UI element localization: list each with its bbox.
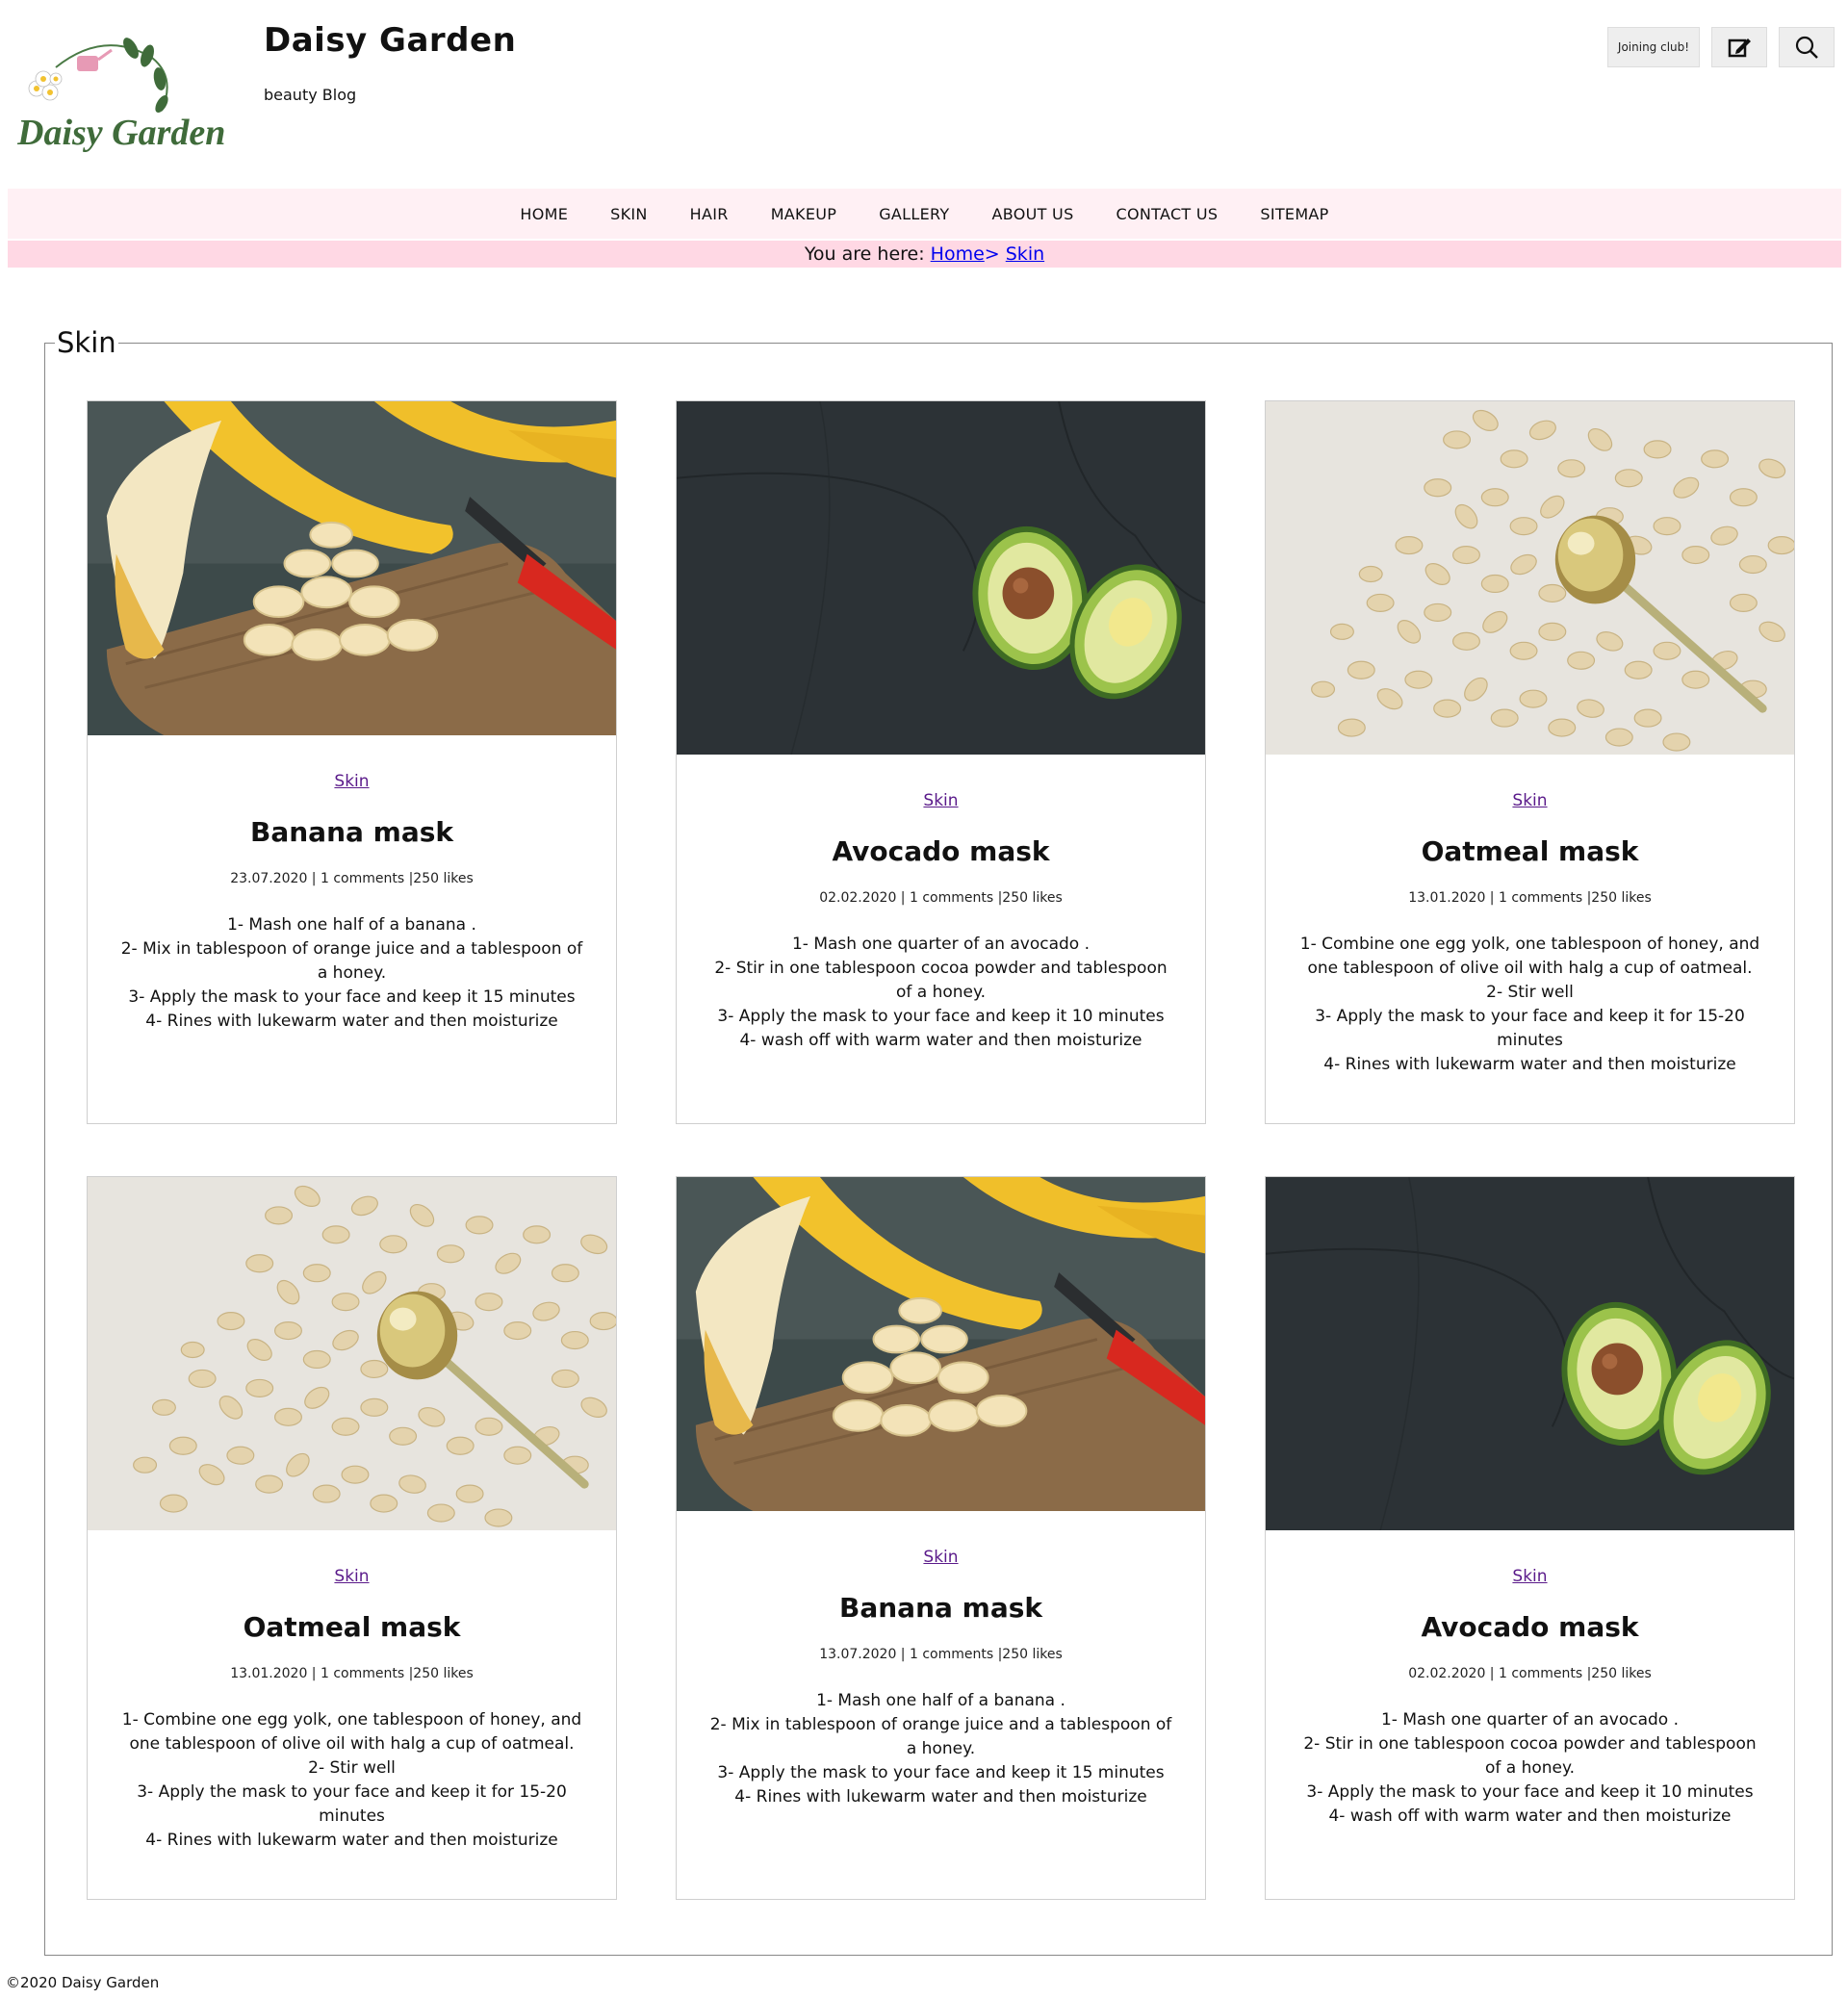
card-category-link[interactable]: Skin bbox=[677, 791, 1205, 810]
nav-item-gallery[interactable]: GALLERY bbox=[858, 205, 970, 223]
article-card[interactable]: Skin Avocado mask 02.02.2020 | 1 comments … bbox=[676, 400, 1206, 1124]
card-step: 4- wash off with warm water and then moi… bbox=[1328, 1807, 1732, 1826]
card-step: 2- Mix in tablespoon of orange juice and… bbox=[120, 939, 583, 983]
card-step: 4- Rines with lukewarm water and then mo… bbox=[145, 1831, 558, 1850]
card-steps: 1- Mash one quarter of an avocado . 2- St… bbox=[706, 933, 1176, 1053]
article-card[interactable]: Skin Avocado mask 02.02.2020 | 1 comments … bbox=[1265, 1176, 1795, 1900]
card-step: 2- Mix in tablespoon of orange juice and… bbox=[709, 1715, 1172, 1758]
card-step: 2- Stir in one tablespoon cocoa powder a… bbox=[714, 959, 1168, 1002]
card-step: 1- Mash one quarter of an avocado . bbox=[1380, 1710, 1680, 1730]
card-category-link[interactable]: Skin bbox=[1266, 1567, 1794, 1586]
card-step: 3- Apply the mask to your face and keep … bbox=[717, 1763, 1165, 1782]
breadcrumb-current-link[interactable]: Skin bbox=[1006, 243, 1044, 265]
site-tagline: beauty Blog bbox=[264, 86, 357, 104]
join-club-button[interactable]: Joining club! bbox=[1607, 27, 1700, 67]
oatmeal-photo[interactable] bbox=[1266, 401, 1794, 755]
breadcrumb-separator: > bbox=[984, 243, 1000, 265]
nav-item-skin[interactable]: SKIN bbox=[589, 205, 669, 223]
card-steps: 1- Combine one egg yolk, one tablespoon … bbox=[1295, 933, 1765, 1077]
card-meta: 13.07.2020 | 1 comments |250 likes bbox=[819, 1647, 1063, 1662]
oatmeal-photo[interactable] bbox=[88, 1177, 616, 1530]
card-meta: 13.01.2020 | 1 comments |250 likes bbox=[230, 1666, 474, 1681]
breadcrumb-home-link[interactable]: Home bbox=[931, 243, 985, 265]
banana-photo[interactable] bbox=[88, 401, 616, 735]
card-meta: 02.02.2020 | 1 comments |250 likes bbox=[819, 890, 1063, 906]
section-title: Skin bbox=[55, 326, 118, 359]
footer-copyright: ©2020 Daisy Garden bbox=[6, 1974, 160, 1991]
card-step: 1- Combine one egg yolk, one tablespoon … bbox=[121, 1710, 582, 1754]
breadcrumb: You are here: Home > Skin bbox=[8, 241, 1841, 268]
nav-item-hair[interactable]: HAIR bbox=[669, 205, 750, 223]
card-title[interactable]: Oatmeal mask bbox=[88, 1611, 616, 1643]
avocado-photo[interactable] bbox=[677, 401, 1205, 755]
card-category-link[interactable]: Skin bbox=[677, 1548, 1205, 1567]
card-step: 4- Rines with lukewarm water and then mo… bbox=[1323, 1055, 1736, 1074]
card-step: 1- Mash one half of a banana . bbox=[227, 915, 476, 935]
card-step: 1- Combine one egg yolk, one tablespoon … bbox=[1299, 935, 1760, 978]
search-icon bbox=[1795, 36, 1818, 59]
header-actions: Joining club! bbox=[1607, 27, 1835, 67]
article-card[interactable]: Skin Oatmeal mask 13.01.2020 | 1 comments … bbox=[87, 1176, 617, 1900]
card-step: 2- Stir well bbox=[308, 1758, 396, 1778]
site-header: Daisy Garden Daisy Garden beauty Blog Jo… bbox=[0, 0, 1848, 189]
edit-button[interactable] bbox=[1711, 27, 1767, 67]
card-title[interactable]: Avocado mask bbox=[1266, 1611, 1794, 1643]
breadcrumb-prefix: You are here: bbox=[804, 243, 925, 265]
nav-item-contact-us[interactable]: CONTACT US bbox=[1095, 205, 1240, 223]
card-step: 3- Apply the mask to your face and keep … bbox=[1306, 1782, 1754, 1802]
logo-wordmark: Daisy Garden bbox=[17, 113, 225, 153]
card-meta: 13.01.2020 | 1 comments |250 likes bbox=[1408, 890, 1652, 906]
avocado-photo[interactable] bbox=[1266, 1177, 1794, 1530]
article-card[interactable]: Skin Oatmeal mask 13.01.2020 | 1 comments … bbox=[1265, 400, 1795, 1124]
nav-item-about-us[interactable]: ABOUT US bbox=[970, 205, 1094, 223]
card-title[interactable]: Avocado mask bbox=[677, 835, 1205, 867]
card-step: 1- Mash one half of a banana . bbox=[816, 1691, 1065, 1710]
site-title[interactable]: Daisy Garden bbox=[264, 21, 516, 60]
card-step: 3- Apply the mask to your face and keep … bbox=[1315, 1007, 1745, 1050]
card-step: 3- Apply the mask to your face and keep … bbox=[128, 987, 576, 1007]
card-step: 3- Apply the mask to your face and keep … bbox=[137, 1782, 567, 1826]
nav-item-makeup[interactable]: MAKEUP bbox=[750, 205, 859, 223]
card-meta: 23.07.2020 | 1 comments |250 likes bbox=[230, 871, 474, 886]
article-card[interactable]: Skin Banana mask 13.07.2020 | 1 comments |… bbox=[676, 1176, 1206, 1900]
card-step: 2- Stir well bbox=[1486, 983, 1574, 1002]
card-category-link[interactable]: Skin bbox=[88, 1567, 616, 1586]
card-step: 2- Stir in one tablespoon cocoa powder a… bbox=[1303, 1734, 1757, 1778]
card-title[interactable]: Oatmeal mask bbox=[1266, 835, 1794, 867]
site-logo[interactable]: Daisy Garden bbox=[16, 29, 258, 173]
banana-photo[interactable] bbox=[677, 1177, 1205, 1511]
card-step: 4- Rines with lukewarm water and then mo… bbox=[734, 1787, 1147, 1807]
edit-icon bbox=[1728, 38, 1751, 58]
card-category-link[interactable]: Skin bbox=[88, 772, 616, 791]
article-card[interactable]: Skin Banana mask 23.07.2020 | 1 comments |… bbox=[87, 400, 617, 1124]
card-step: 1- Mash one quarter of an avocado . bbox=[791, 935, 1091, 954]
nav-item-sitemap[interactable]: SITEMAP bbox=[1239, 205, 1349, 223]
card-steps: 1- Mash one half of a banana . 2- Mix in … bbox=[706, 1689, 1176, 1809]
search-button[interactable] bbox=[1779, 27, 1835, 67]
card-category-link[interactable]: Skin bbox=[1266, 791, 1794, 810]
main-nav: HOME SKIN HAIR MAKEUP GALLERY ABOUT US C… bbox=[8, 189, 1841, 239]
card-step: 3- Apply the mask to your face and keep … bbox=[717, 1007, 1165, 1026]
card-title[interactable]: Banana mask bbox=[677, 1592, 1205, 1624]
card-step: 4- Rines with lukewarm water and then mo… bbox=[145, 1012, 558, 1031]
card-steps: 1- Mash one quarter of an avocado . 2- St… bbox=[1295, 1708, 1765, 1829]
card-step: 4- wash off with warm water and then moi… bbox=[739, 1031, 1142, 1050]
card-title[interactable]: Banana mask bbox=[88, 816, 616, 848]
nav-item-home[interactable]: HOME bbox=[499, 205, 589, 223]
card-steps: 1- Mash one half of a banana . 2- Mix in … bbox=[116, 913, 587, 1034]
card-meta: 02.02.2020 | 1 comments |250 likes bbox=[1408, 1666, 1652, 1681]
card-steps: 1- Combine one egg yolk, one tablespoon … bbox=[116, 1708, 587, 1853]
